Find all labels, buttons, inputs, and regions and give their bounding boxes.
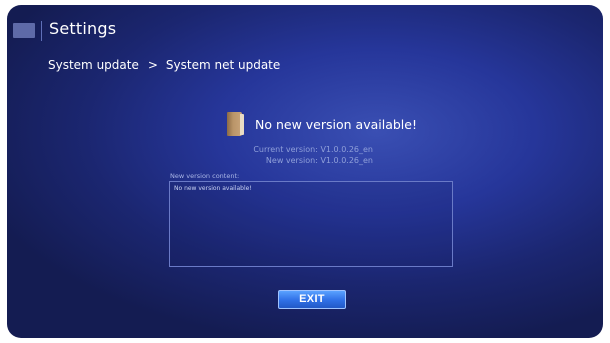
new-version-content-box[interactable]: No new version available! (169, 181, 453, 267)
breadcrumb-current: System net update (165, 58, 281, 72)
page-title: Settings (49, 19, 117, 38)
current-version-line: Current version: V1.0.0.26_en (253, 145, 373, 154)
update-status: No new version available! (227, 111, 417, 137)
breadcrumb-parent: System update (48, 58, 139, 72)
new-version-label: New version: (265, 156, 318, 165)
breadcrumb: System update > System net update (48, 58, 280, 72)
new-version-content-text: No new version available! (174, 185, 252, 192)
new-version-content-label: New version content: (170, 172, 240, 180)
current-version-label: Current version: (253, 145, 318, 154)
title-divider (41, 21, 42, 41)
breadcrumb-separator: > (147, 58, 158, 72)
settings-screen: Settings System update > System net update… (7, 5, 603, 338)
status-message: No new version available! (255, 116, 417, 132)
new-version-value: V1.0.0.26_en (320, 156, 373, 165)
exit-button[interactable]: EXIT (278, 290, 346, 309)
book-icon (227, 112, 245, 136)
current-version-value: V1.0.0.26_en (320, 145, 373, 154)
app-icon (13, 23, 35, 38)
new-version-line: New version: V1.0.0.26_en (266, 156, 373, 165)
